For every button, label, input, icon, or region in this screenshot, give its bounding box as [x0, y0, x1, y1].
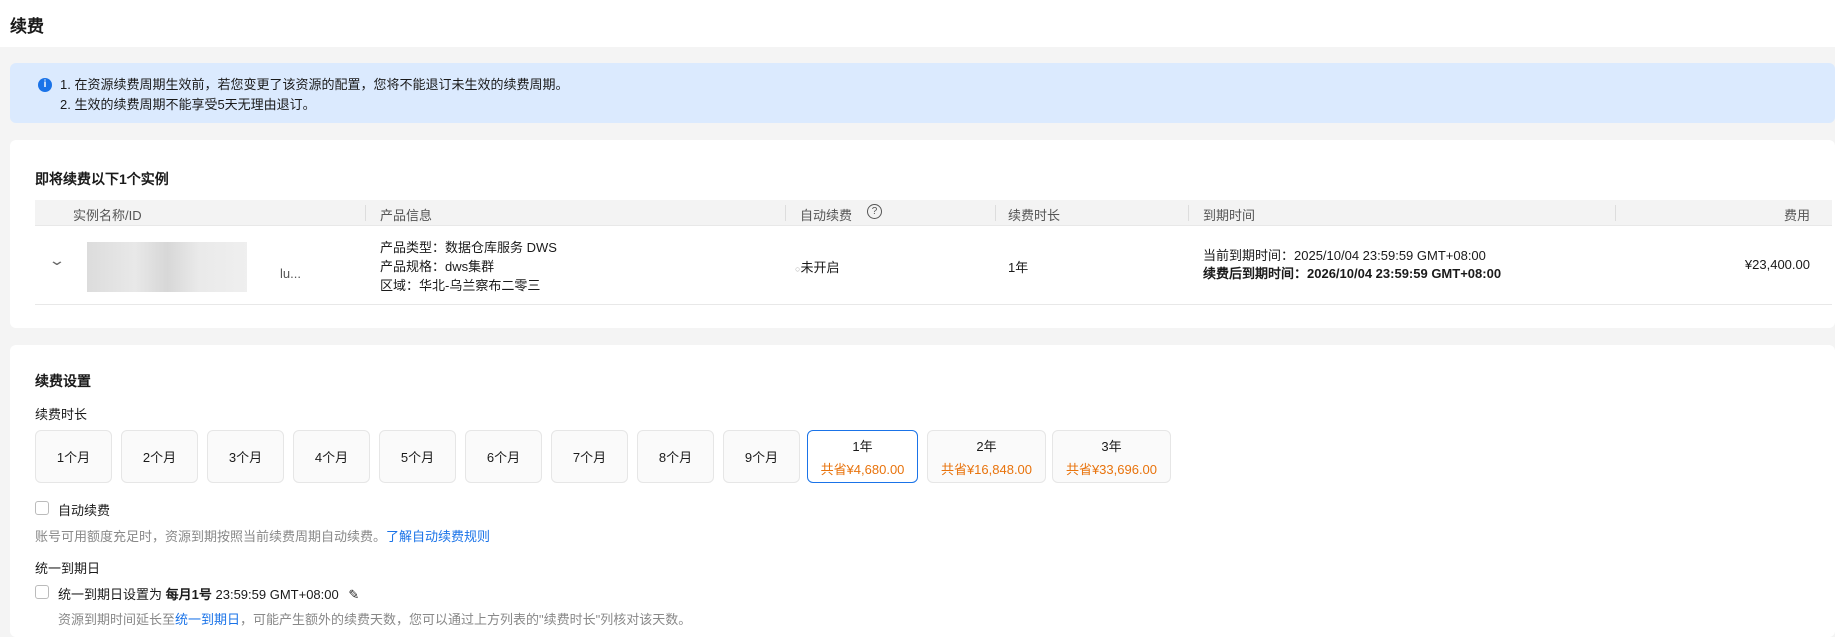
new-expiry: 续费后到期时间：2026/10/04 23:59:59 GMT+08:00 — [1203, 266, 1502, 281]
notice-line-1: 1. 在资源续费周期生效前，若您变更了该资源的配置，您将不能退订未生效的续费周期… — [60, 77, 569, 92]
duration-option[interactable]: 3个月 — [207, 430, 284, 483]
unify-hint-link[interactable]: 统一到期日 — [175, 612, 240, 627]
auto-renew-checkbox[interactable] — [35, 501, 49, 515]
duration-option[interactable]: 9个月 — [723, 430, 800, 483]
duration-option-label: 2个月 — [142, 450, 177, 465]
duration-option[interactable]: 3年共省¥33,696.00 — [1052, 430, 1171, 483]
instances-card: 即将续费以下1个实例 实例名称/ID 产品信息 自动续费 ? 续费时长 到期时间… — [10, 140, 1835, 328]
col-name: 实例名称/ID — [73, 208, 142, 223]
duration-option-label: 5个月 — [400, 450, 435, 465]
fee-value: ¥23,400.00 — [1744, 257, 1810, 272]
product-spec: 产品规格：dws集群 — [380, 259, 495, 274]
duration-option-label: 4个月 — [314, 450, 349, 465]
duration-label: 续费时长 — [35, 407, 88, 422]
duration-option[interactable]: 1年共省¥4,680.00 — [807, 430, 918, 483]
settings-heading: 续费设置 — [35, 373, 91, 389]
duration-option-savings: 共省¥16,848.00 — [940, 461, 1033, 477]
notice-banner: i 1. 在资源续费周期生效前，若您变更了该资源的配置，您将不能退订未生效的续费… — [10, 63, 1835, 123]
unify-day: 每月1号 — [165, 587, 212, 602]
auto-renew-rules-link[interactable]: 了解自动续费规则 — [386, 529, 490, 544]
instance-name-redacted — [87, 242, 247, 292]
duration-option[interactable]: 2年共省¥16,848.00 — [927, 430, 1046, 483]
duration-option-label: 6个月 — [486, 450, 521, 465]
notice-line-2: 2. 生效的续费周期不能享受5天无理由退订。 — [60, 97, 316, 112]
duration-option-label: 1年 — [852, 438, 873, 454]
auto-renew-hint: 账号可用额度充足时，资源到期按照当前续费周期自动续费。 — [35, 529, 387, 544]
unify-checkbox[interactable] — [35, 585, 49, 599]
col-product: 产品信息 — [380, 208, 433, 223]
info-icon: i — [38, 78, 52, 92]
duration-option[interactable]: 7个月 — [551, 430, 628, 483]
table-row: ⌄ lu... 产品类型：数据仓库服务 DWS 产品规格：dws集群 区域：华北… — [35, 226, 1832, 305]
duration-option-label: 7个月 — [572, 450, 607, 465]
settings-card: 续费设置 续费时长 1个月 2个月 3个月 4个月 5个月 6个月 7个月 8个月 9个月 1年共… — [10, 345, 1835, 637]
instances-heading: 即将续费以下1个实例 — [35, 171, 169, 187]
product-type: 产品类型：数据仓库服务 DWS — [380, 240, 557, 255]
current-expiry: 当前到期时间：2025/10/04 23:59:59 GMT+08:00 — [1203, 248, 1486, 263]
auto-renew-status: 未开启 — [800, 260, 840, 275]
duration-option-savings: 共省¥33,696.00 — [1065, 461, 1158, 477]
unify-label: 统一到期日设置为 — [58, 587, 163, 602]
unify-time: 23:59:59 GMT+08:00 — [215, 587, 339, 602]
duration-option-label: 9个月 — [744, 450, 779, 465]
chevron-down-icon[interactable]: ⌄ — [48, 252, 66, 269]
duration-option[interactable]: 4个月 — [293, 430, 370, 483]
table-header: 实例名称/ID 产品信息 自动续费 ? 续费时长 到期时间 费用 — [35, 200, 1832, 226]
duration-option[interactable]: 5个月 — [379, 430, 456, 483]
col-duration: 续费时长 — [1008, 208, 1061, 223]
page-header: 续费 — [0, 0, 1835, 47]
region: 区域：华北-乌兰察布二零三 — [380, 278, 541, 293]
instance-id[interactable]: lu... — [280, 266, 301, 281]
duration-option-label: 2年 — [976, 438, 997, 454]
duration-option-label: 3年 — [1101, 438, 1122, 454]
page-title: 续费 — [10, 17, 44, 36]
col-auto-renew: 自动续费 — [800, 208, 853, 223]
duration-option-label: 1个月 — [56, 450, 91, 465]
duration-option[interactable]: 8个月 — [637, 430, 714, 483]
duration-option[interactable]: 6个月 — [465, 430, 542, 483]
duration-value: 1年 — [1008, 260, 1029, 275]
unify-hint-post: ，可能产生额外的续费天数，您可以通过上方列表的"续费时长"列核对该天数。 — [240, 612, 692, 627]
edit-icon[interactable]: ✎ — [348, 587, 359, 602]
unify-hint-pre: 资源到期时间延长至 — [58, 612, 176, 627]
col-expiry: 到期时间 — [1203, 208, 1256, 223]
duration-option[interactable]: 1个月 — [35, 430, 112, 483]
unify-heading: 统一到期日 — [35, 561, 101, 576]
help-icon[interactable]: ? — [867, 204, 882, 219]
duration-option-label: 8个月 — [658, 450, 693, 465]
duration-option[interactable]: 2个月 — [121, 430, 198, 483]
duration-option-label: 3个月 — [228, 450, 263, 465]
col-fee: 费用 — [1783, 208, 1810, 223]
auto-renew-label: 自动续费 — [58, 503, 111, 518]
duration-option-savings: 共省¥4,680.00 — [820, 461, 905, 477]
